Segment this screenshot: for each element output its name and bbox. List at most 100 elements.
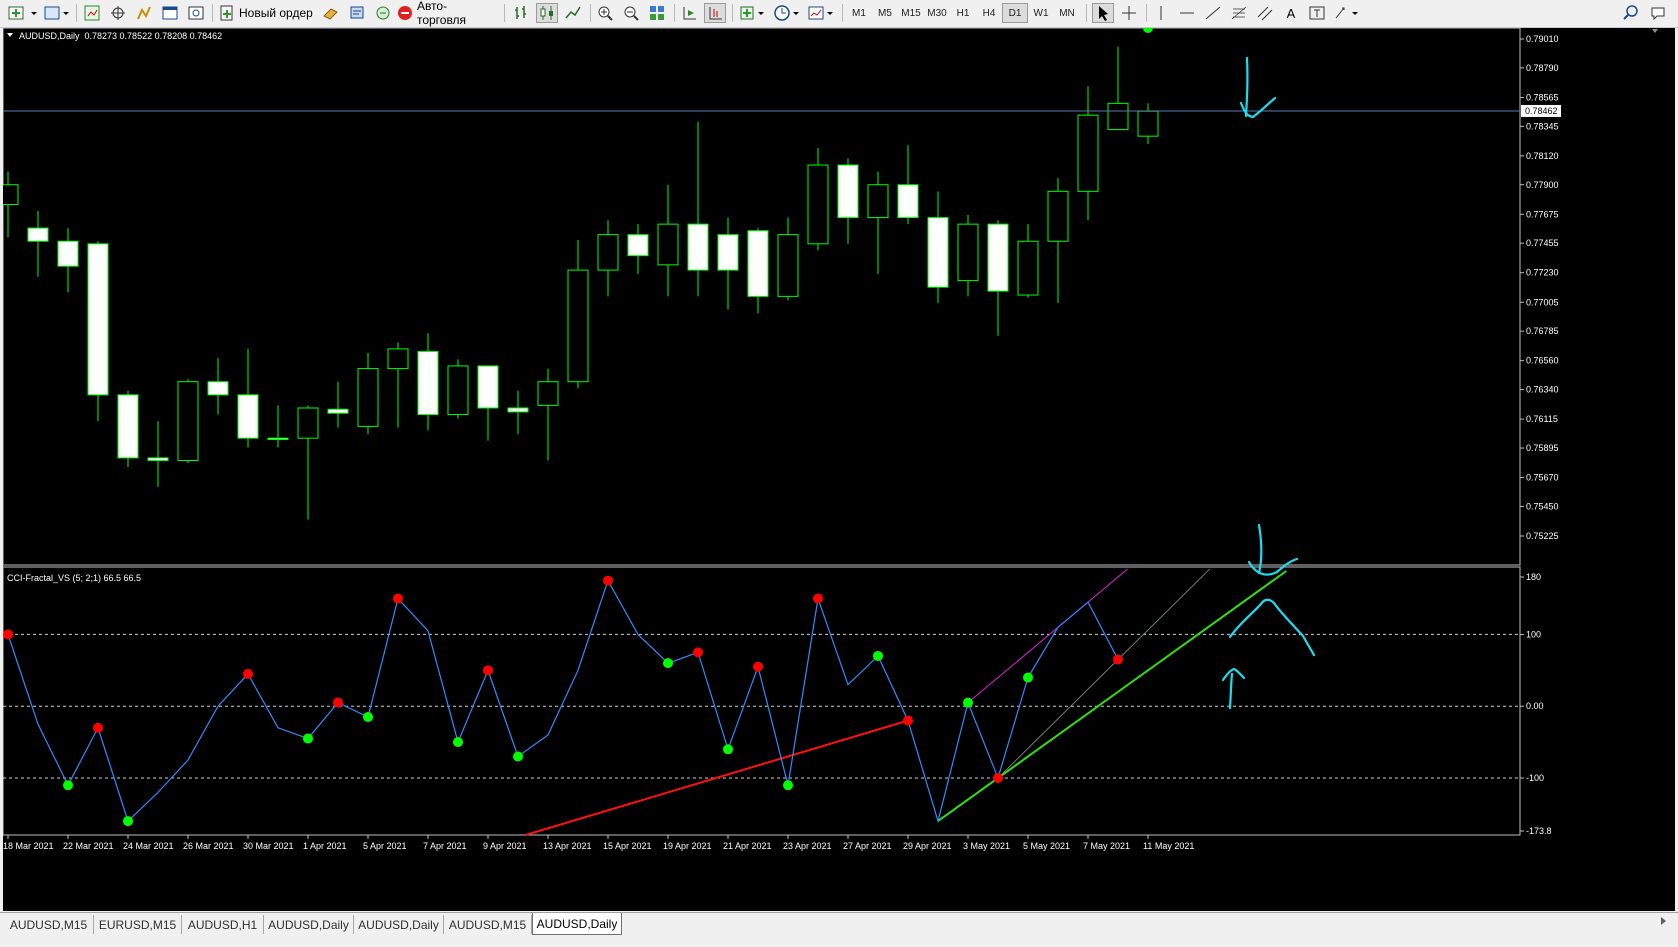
candle-body	[1137, 110, 1159, 137]
fractal-up-dot	[3, 629, 13, 640]
time-tick-label: 23 Apr 2021	[783, 841, 832, 851]
zoom-out-icon[interactable]	[620, 3, 642, 23]
autotrading-button[interactable]: Авто-торговля	[396, 0, 496, 27]
candle-body	[1047, 190, 1069, 242]
time-tick-label: 5 Apr 2021	[363, 841, 407, 851]
crosshair-data-icon[interactable]	[108, 3, 128, 23]
profiles-button[interactable]	[42, 3, 72, 23]
candle-body	[207, 381, 229, 396]
chart-tab[interactable]: AUDUSD,Daily	[532, 913, 622, 935]
main-toolbar: Новый ордер Авто-торговля M1 M5 M15 M30 H1 H4…	[0, 0, 1678, 28]
horizontal-line-icon[interactable]	[1176, 3, 1198, 23]
current-price-label: 0.78462	[1525, 106, 1558, 116]
trendline-icon[interactable]	[1202, 3, 1224, 23]
chart-window[interactable]: 0.79010 0.78790 0.78565 0.78345 0.78120 0.779…	[0, 23, 1675, 911]
bar-chart-icon[interactable]	[510, 3, 532, 23]
terminal-icon[interactable]	[160, 3, 180, 23]
candle-body	[237, 394, 259, 439]
price-tick-label: 0.78565	[1526, 92, 1559, 102]
candle-body	[117, 394, 139, 459]
indicator-tick-label: -173.8	[1526, 826, 1552, 836]
timeframe-h4-button[interactable]: H4	[976, 3, 1002, 23]
timeframe-h1-button[interactable]: H1	[950, 3, 976, 23]
price-tick-label: 0.78345	[1526, 121, 1559, 131]
cursor-icon[interactable]	[1092, 3, 1114, 23]
text-tool-icon[interactable]: A	[1280, 3, 1302, 23]
fractal-down-dot	[513, 751, 523, 762]
search-icon[interactable]	[1620, 3, 1642, 23]
fractal-up-dot	[393, 593, 403, 604]
timeframe-d1-button[interactable]: D1	[1002, 3, 1028, 23]
timeframe-m15-button[interactable]: M15	[898, 3, 924, 23]
chart-tab[interactable]: AUDUSD,M15	[444, 915, 532, 934]
chart-symbol-label: AUDUSD,Daily 0.78273 0.78522 0.78208 0.78…	[19, 31, 222, 41]
time-tick-label: 7 May 2021	[1083, 841, 1130, 851]
fractal-down-dot	[63, 780, 73, 791]
tester-icon[interactable]	[186, 3, 206, 23]
indicator-tick-label: -100	[1526, 773, 1544, 783]
price-tick-label: 0.76785	[1526, 326, 1559, 336]
arrows-tool-icon[interactable]	[1332, 3, 1362, 23]
candlestick-chart-icon[interactable]	[536, 3, 558, 23]
chat-icon[interactable]	[1648, 3, 1670, 23]
zoom-in-icon[interactable]	[594, 3, 616, 23]
timeframe-m30-button[interactable]: M30	[924, 3, 950, 23]
equidistant-channel-icon[interactable]	[1254, 3, 1276, 23]
time-tick-label: 9 Apr 2021	[483, 841, 527, 851]
text-label-icon[interactable]	[1306, 3, 1328, 23]
timeframe-w1-button[interactable]: W1	[1028, 3, 1054, 23]
chart-tab[interactable]: AUDUSD,Daily	[354, 915, 444, 934]
fractal-up-dot	[1113, 654, 1123, 665]
chart-tab[interactable]: EURUSD,M15	[94, 915, 182, 934]
new-order-button[interactable]: Новый ордер	[218, 3, 316, 23]
periods-button[interactable]	[772, 3, 802, 23]
fractal-down-dot	[303, 733, 313, 744]
indicators-button[interactable]	[738, 3, 768, 23]
vertical-line-icon[interactable]	[1150, 3, 1172, 23]
price-tick-label: 0.79010	[1526, 34, 1559, 44]
price-tick-label: 0.78790	[1526, 63, 1559, 73]
fractal-up-dot	[93, 722, 103, 733]
templates-button[interactable]	[806, 3, 836, 23]
autotrading-icon	[398, 6, 412, 20]
crosshair-icon[interactable]	[1118, 3, 1140, 23]
fractal-down-dot	[123, 816, 133, 827]
indicator-frame	[2, 566, 1521, 836]
fractal-down-dot	[453, 737, 463, 748]
line-chart-icon[interactable]	[562, 3, 584, 23]
timeframe-m1-button[interactable]: M1	[846, 3, 872, 23]
market-watch-icon[interactable]	[82, 3, 102, 23]
fibonacci-icon[interactable]	[1228, 3, 1250, 23]
tile-windows-icon[interactable]	[646, 3, 668, 23]
candle-body	[537, 381, 559, 406]
indicator-tick-label: 180	[1526, 572, 1541, 582]
chart-tab[interactable]: AUDUSD,Daily	[264, 915, 354, 934]
tabs-scroll-right-icon[interactable]	[1655, 914, 1671, 928]
chart-tab[interactable]: AUDUSD,H1	[182, 915, 264, 934]
candle-body	[957, 223, 979, 282]
autotrading-label: Авто-торговля	[416, 0, 467, 27]
candle-body	[387, 348, 409, 370]
signals-icon[interactable]	[372, 3, 394, 23]
chart-canvas[interactable]: 0.79010 0.78790 0.78565 0.78345 0.78120 0.779…	[0, 23, 1675, 911]
metaeditor-icon[interactable]	[320, 3, 342, 23]
experts-icon[interactable]	[346, 3, 368, 23]
auto-scroll-icon[interactable]	[678, 3, 700, 23]
chart-scale-fix-icon[interactable]	[1652, 29, 1658, 33]
navigator-icon[interactable]	[134, 3, 154, 23]
chart-tabs-bar: AUDUSD,M15 EURUSD,M15 AUDUSD,H1 AUDUSD,Dail…	[0, 912, 1678, 937]
fractal-down-dot	[783, 780, 793, 791]
fractal-up-dot	[333, 697, 343, 708]
candle-body	[507, 407, 529, 413]
fractal-up-dot	[903, 715, 913, 726]
price-tick-label: 0.77455	[1526, 238, 1559, 248]
chart-tab[interactable]: AUDUSD,M15	[4, 915, 94, 934]
chart-shift-icon[interactable]	[704, 3, 726, 23]
candle-body	[867, 184, 889, 219]
timeframe-m5-button[interactable]: M5	[872, 3, 898, 23]
time-tick-label: 18 Mar 2021	[3, 841, 54, 851]
timeframe-mn-button[interactable]: MN	[1054, 3, 1080, 23]
price-tick-label: 0.77005	[1526, 297, 1559, 307]
candle-body	[1017, 240, 1039, 296]
new-chart-button[interactable]	[6, 3, 40, 23]
